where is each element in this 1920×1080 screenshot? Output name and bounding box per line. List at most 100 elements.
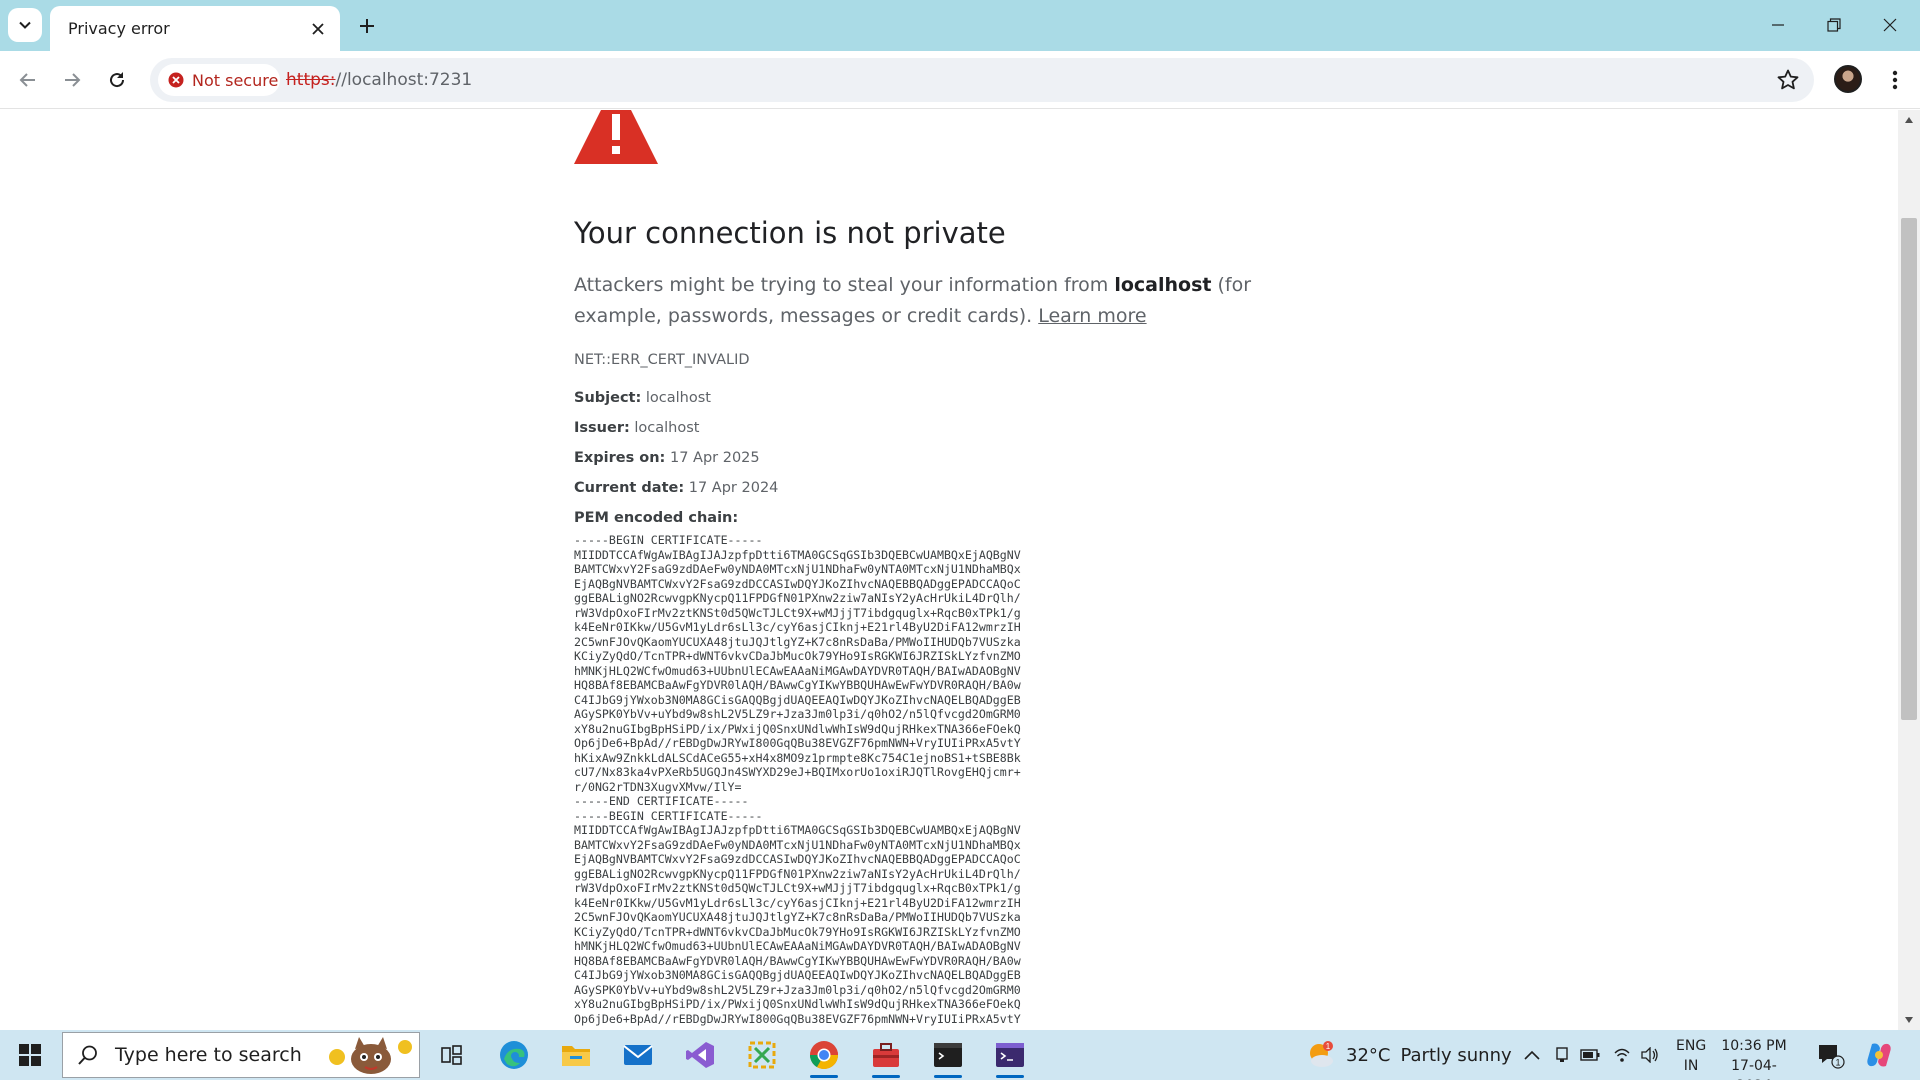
- arrow-left-icon: [19, 73, 35, 87]
- tab-search-button[interactable]: [8, 8, 42, 42]
- minimize-icon: [1772, 24, 1784, 26]
- notification-icon: 1: [1819, 1045, 1845, 1069]
- weather-temp: 32°C: [1346, 1044, 1391, 1066]
- security-chip-label: Not secure: [192, 70, 279, 90]
- copilot-button[interactable]: [1864, 1040, 1894, 1070]
- notification-count: 1: [1835, 1058, 1840, 1068]
- search-highlight-illustration-icon: [329, 1037, 412, 1074]
- copilot-icon: [1867, 1043, 1891, 1067]
- profile-avatar[interactable]: [1834, 65, 1862, 93]
- language-code: ENG: [1676, 1038, 1707, 1054]
- taskbar-mail[interactable]: [610, 1030, 666, 1080]
- detail-label: Expires on:: [574, 450, 666, 466]
- url-host: //localhost:7231: [335, 70, 473, 90]
- detail-label: Subject:: [574, 390, 642, 406]
- task-view-icon: [441, 1045, 462, 1065]
- taskbar-edge[interactable]: [486, 1030, 542, 1080]
- notification-center-button[interactable]: 1: [1816, 1042, 1846, 1070]
- page-scrollbar[interactable]: [1898, 110, 1920, 1030]
- mail-icon: [623, 1045, 653, 1065]
- error-code: NET::ERR_CERT_INVALID: [574, 352, 750, 368]
- network-button[interactable]: [1612, 1045, 1632, 1065]
- detail-label: Issuer:: [574, 420, 630, 436]
- forward-button[interactable]: [56, 64, 88, 96]
- taskbar-terminal[interactable]: [920, 1030, 976, 1080]
- close-icon: [312, 22, 324, 35]
- toolbox-icon: [873, 1043, 899, 1067]
- search-placeholder: Type here to search: [115, 1044, 302, 1066]
- show-hidden-icons-button[interactable]: [1522, 1045, 1542, 1065]
- reload-button[interactable]: [101, 64, 133, 96]
- tray-device-icon-button[interactable]: [1552, 1045, 1572, 1065]
- tab-privacy-error[interactable]: Privacy error: [50, 6, 340, 51]
- battery-icon: [1580, 1049, 1600, 1061]
- plus-icon: [360, 19, 374, 33]
- clock-date: 17-04-2024: [1731, 1058, 1777, 1080]
- pem-certificate-chain: -----BEGIN CERTIFICATE----- MIIDDTCCAfWg…: [574, 533, 1021, 1026]
- browser-toolbar: Not secure https://localhost:7231: [0, 51, 1920, 109]
- browser-menu-button[interactable]: [1880, 64, 1910, 96]
- restore-button[interactable]: [1806, 0, 1862, 50]
- subject-detail: Subject: localhost: [574, 390, 711, 406]
- description-host: localhost: [1114, 274, 1212, 296]
- chrome-icon: [810, 1041, 838, 1069]
- tab-title: Privacy error: [68, 19, 170, 38]
- region-code: IN: [1683, 1058, 1699, 1074]
- error-circle-icon: [168, 72, 184, 88]
- close-window-button[interactable]: [1862, 0, 1918, 50]
- security-chip[interactable]: Not secure: [158, 64, 280, 96]
- speaker-icon: [1641, 1047, 1658, 1063]
- taskbar-chrome[interactable]: [796, 1030, 852, 1080]
- search-icon: [78, 1045, 97, 1065]
- start-button[interactable]: [8, 1035, 52, 1075]
- taskbar-visual-studio[interactable]: [672, 1030, 728, 1080]
- volume-button[interactable]: [1640, 1045, 1660, 1065]
- wifi-icon: [1614, 1048, 1630, 1062]
- triangle-down-icon: [1905, 1017, 1913, 1023]
- taskbar-snipping-tool[interactable]: [734, 1030, 790, 1080]
- description-text: Attackers might be trying to steal your …: [574, 274, 1115, 296]
- weather-badge: 1: [1326, 1042, 1331, 1051]
- pem-chain-label: PEM encoded chain:: [574, 510, 738, 526]
- detail-label: PEM encoded chain:: [574, 510, 739, 526]
- taskbar-toolbox-app[interactable]: [858, 1030, 914, 1080]
- weather-widget[interactable]: 1 32°C Partly sunny: [1306, 1040, 1512, 1070]
- windows-logo-icon: [19, 1044, 41, 1066]
- back-button[interactable]: [12, 64, 44, 96]
- minimize-button[interactable]: [1750, 0, 1806, 50]
- bookmark-star-icon[interactable]: [1776, 68, 1800, 92]
- detail-value: localhost: [629, 420, 700, 436]
- page-content: Your connection is not private Attackers…: [0, 110, 1898, 1030]
- url-text[interactable]: https://localhost:7231: [286, 70, 472, 90]
- page-title: Your connection is not private: [574, 216, 1006, 250]
- device-icon: [1556, 1047, 1568, 1062]
- task-view-button[interactable]: [423, 1030, 479, 1080]
- scroll-up-button[interactable]: [1903, 114, 1915, 126]
- detail-value: 17 Apr 2025: [665, 450, 760, 466]
- arrow-right-icon: [65, 73, 81, 87]
- expires-detail: Expires on: 17 Apr 2025: [574, 450, 760, 466]
- restore-icon: [1827, 18, 1841, 32]
- taskbar-search-box[interactable]: Type here to search: [62, 1032, 420, 1078]
- taskbar-file-explorer[interactable]: [548, 1030, 604, 1080]
- chevron-down-icon: [19, 21, 31, 29]
- battery-button[interactable]: [1580, 1045, 1600, 1065]
- detail-value: localhost: [641, 390, 711, 406]
- close-icon: [1883, 18, 1897, 32]
- warning-triangle-icon: [574, 110, 658, 164]
- system-clock[interactable]: 10:36 PM 17-04-2024: [1718, 1036, 1790, 1080]
- address-bar[interactable]: Not secure https://localhost:7231: [150, 58, 1814, 102]
- reload-icon: [110, 72, 125, 88]
- terminal-icon: [934, 1043, 962, 1067]
- detail-value: 17 Apr 2024: [684, 480, 779, 496]
- windows-taskbar: Type here to search 1 32°C Partly sunny …: [0, 1030, 1920, 1080]
- taskbar-console-app[interactable]: [982, 1030, 1038, 1080]
- new-tab-button[interactable]: [352, 11, 382, 41]
- scroll-thumb[interactable]: [1901, 218, 1917, 720]
- learn-more-link[interactable]: Learn more: [1038, 305, 1146, 327]
- input-language-button[interactable]: ENG IN: [1676, 1036, 1706, 1076]
- tab-strip: Privacy error: [0, 0, 1920, 51]
- snipping-tool-icon: [748, 1041, 776, 1069]
- tab-close-button[interactable]: [308, 19, 328, 39]
- scroll-down-button[interactable]: [1903, 1014, 1915, 1026]
